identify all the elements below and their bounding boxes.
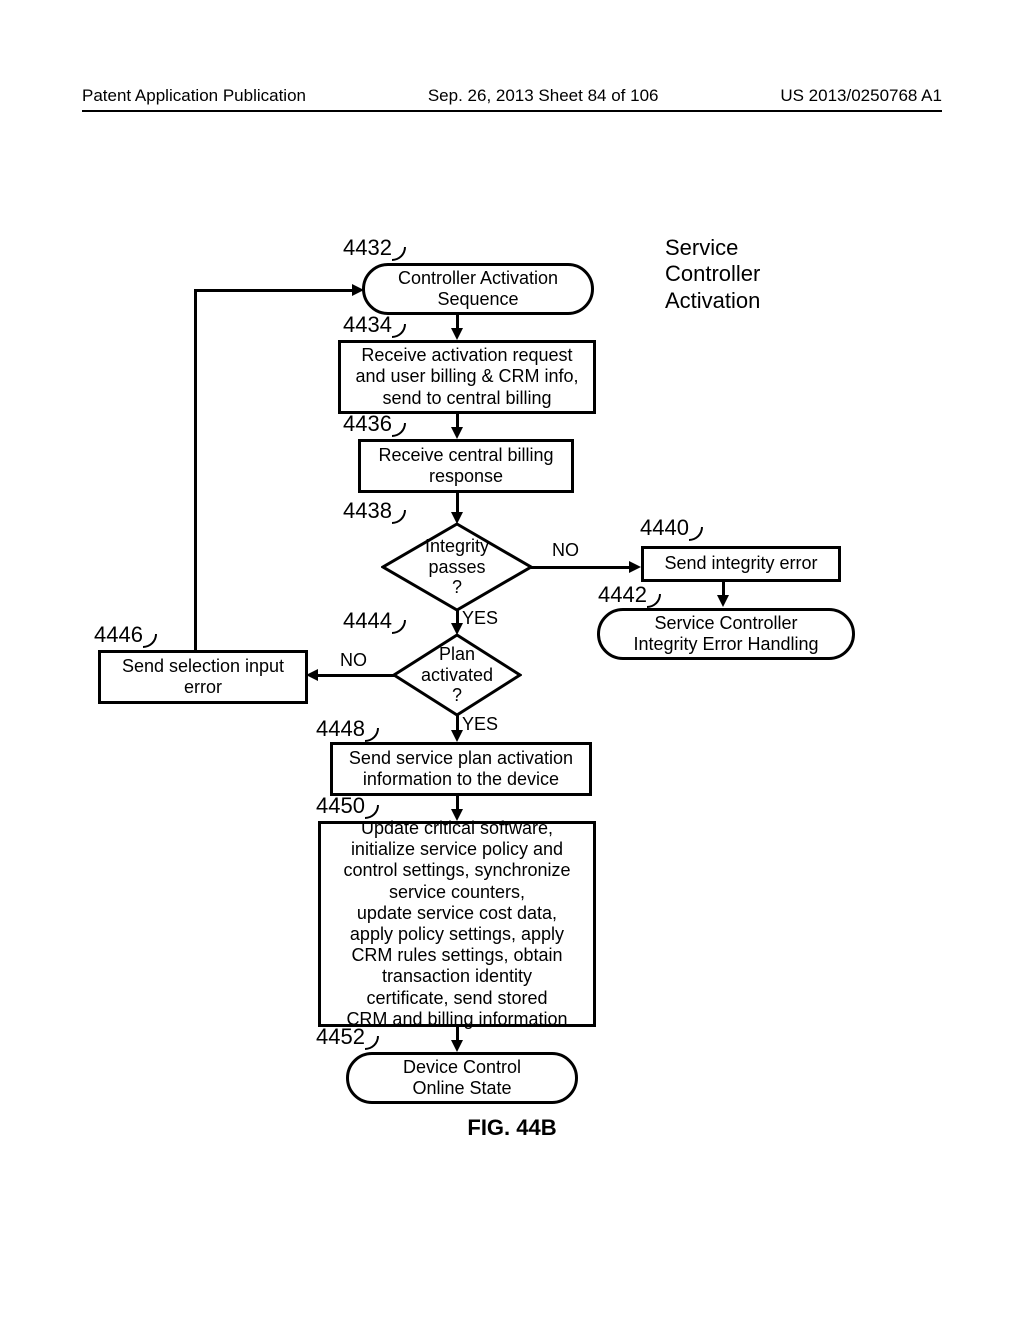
node-4444-text: Plan activated ? — [421, 644, 493, 706]
arrow-4436-4438 — [456, 493, 459, 513]
ref-4436: 4436 — [343, 413, 392, 435]
node-4432-text: Controller Activation Sequence — [398, 268, 558, 309]
node-4440-send-integrity-error: Send integrity error — [641, 546, 841, 582]
ref-4448: 4448 — [316, 718, 365, 740]
node-4442-text: Service Controller Integrity Error Handl… — [633, 613, 818, 654]
node-4450-update-critical-software: Update critical software, initialize ser… — [318, 821, 596, 1027]
feedback-vert — [194, 289, 197, 650]
branch-no-4444: NO — [340, 650, 367, 671]
node-4438-text: Integrity passes ? — [425, 536, 489, 598]
arrow-4444-4446 — [316, 674, 396, 677]
header-mid: Sep. 26, 2013 Sheet 84 of 106 — [428, 86, 659, 106]
node-4434-receive-activation-request: Receive activation request and user bill… — [338, 340, 596, 414]
ref-4434: 4434 — [343, 314, 392, 336]
branch-yes-4444: YES — [462, 714, 498, 735]
hook-icon — [143, 634, 157, 648]
figure-label: FIG. 44B — [0, 1115, 1024, 1141]
node-4432-controller-activation-sequence: Controller Activation Sequence — [362, 263, 594, 315]
branch-no-4438: NO — [552, 540, 579, 561]
ref-4444: 4444 — [343, 610, 392, 632]
arrow-4450-4452 — [456, 1027, 459, 1041]
arrow-4448-4450 — [456, 796, 459, 810]
arrow-head-icon — [451, 328, 463, 340]
hook-icon — [689, 527, 703, 541]
arrow-head-icon — [352, 284, 364, 296]
arrow-4444-4448 — [456, 715, 459, 731]
arrow-head-icon — [451, 427, 463, 439]
node-4452-device-control-online-state: Device Control Online State — [346, 1052, 578, 1104]
node-4450-text: Update critical software, initialize ser… — [343, 818, 570, 1030]
header-right: US 2013/0250768 A1 — [780, 86, 942, 106]
ref-4438: 4438 — [343, 500, 392, 522]
hook-icon — [365, 1036, 379, 1050]
hook-icon — [392, 324, 406, 338]
feedback-horiz — [194, 289, 354, 292]
ref-4432: 4432 — [343, 237, 392, 259]
node-4448-text: Send service plan activation information… — [349, 748, 573, 790]
ref-4446: 4446 — [94, 624, 143, 646]
ref-4442: 4442 — [598, 584, 647, 606]
node-4448-send-service-plan-activation-info: Send service plan activation information… — [330, 742, 592, 796]
arrow-head-icon — [451, 730, 463, 742]
node-4446-text: Send selection input error — [122, 656, 284, 698]
arrow-4432-4434 — [456, 315, 459, 329]
hook-icon — [365, 728, 379, 742]
node-4446-send-selection-input-error: Send selection input error — [98, 650, 308, 704]
ref-4452: 4452 — [316, 1026, 365, 1048]
hook-icon — [647, 594, 661, 608]
node-4442-integrity-error-handling: Service Controller Integrity Error Handl… — [597, 608, 855, 660]
hook-icon — [392, 423, 406, 437]
ref-4440: 4440 — [640, 517, 689, 539]
diagram-title: Service Controller Activation — [665, 235, 760, 314]
arrow-4438-4444 — [456, 610, 459, 624]
header-left: Patent Application Publication — [82, 86, 306, 106]
hook-icon — [392, 620, 406, 634]
page-header: Patent Application Publication Sep. 26, … — [82, 86, 942, 112]
arrow-head-icon — [629, 561, 641, 573]
node-4440-text: Send integrity error — [664, 553, 817, 574]
node-4436-receive-central-billing-response: Receive central billing response — [358, 439, 574, 493]
hook-icon — [392, 247, 406, 261]
arrow-4438-4440 — [531, 566, 631, 569]
arrow-head-icon — [451, 1040, 463, 1052]
branch-yes-4438: YES — [462, 608, 498, 629]
node-4436-text: Receive central billing response — [378, 445, 553, 487]
arrow-4434-4436 — [456, 414, 459, 428]
node-4444-plan-activated: Plan activated ? — [392, 633, 522, 717]
node-4438-integrity-passes: Integrity passes ? — [381, 522, 533, 612]
node-4434-text: Receive activation request and user bill… — [355, 345, 578, 409]
arrow-head-icon — [717, 595, 729, 607]
ref-4450: 4450 — [316, 795, 365, 817]
arrow-4440-4442 — [722, 582, 725, 596]
node-4452-text: Device Control Online State — [403, 1057, 521, 1098]
